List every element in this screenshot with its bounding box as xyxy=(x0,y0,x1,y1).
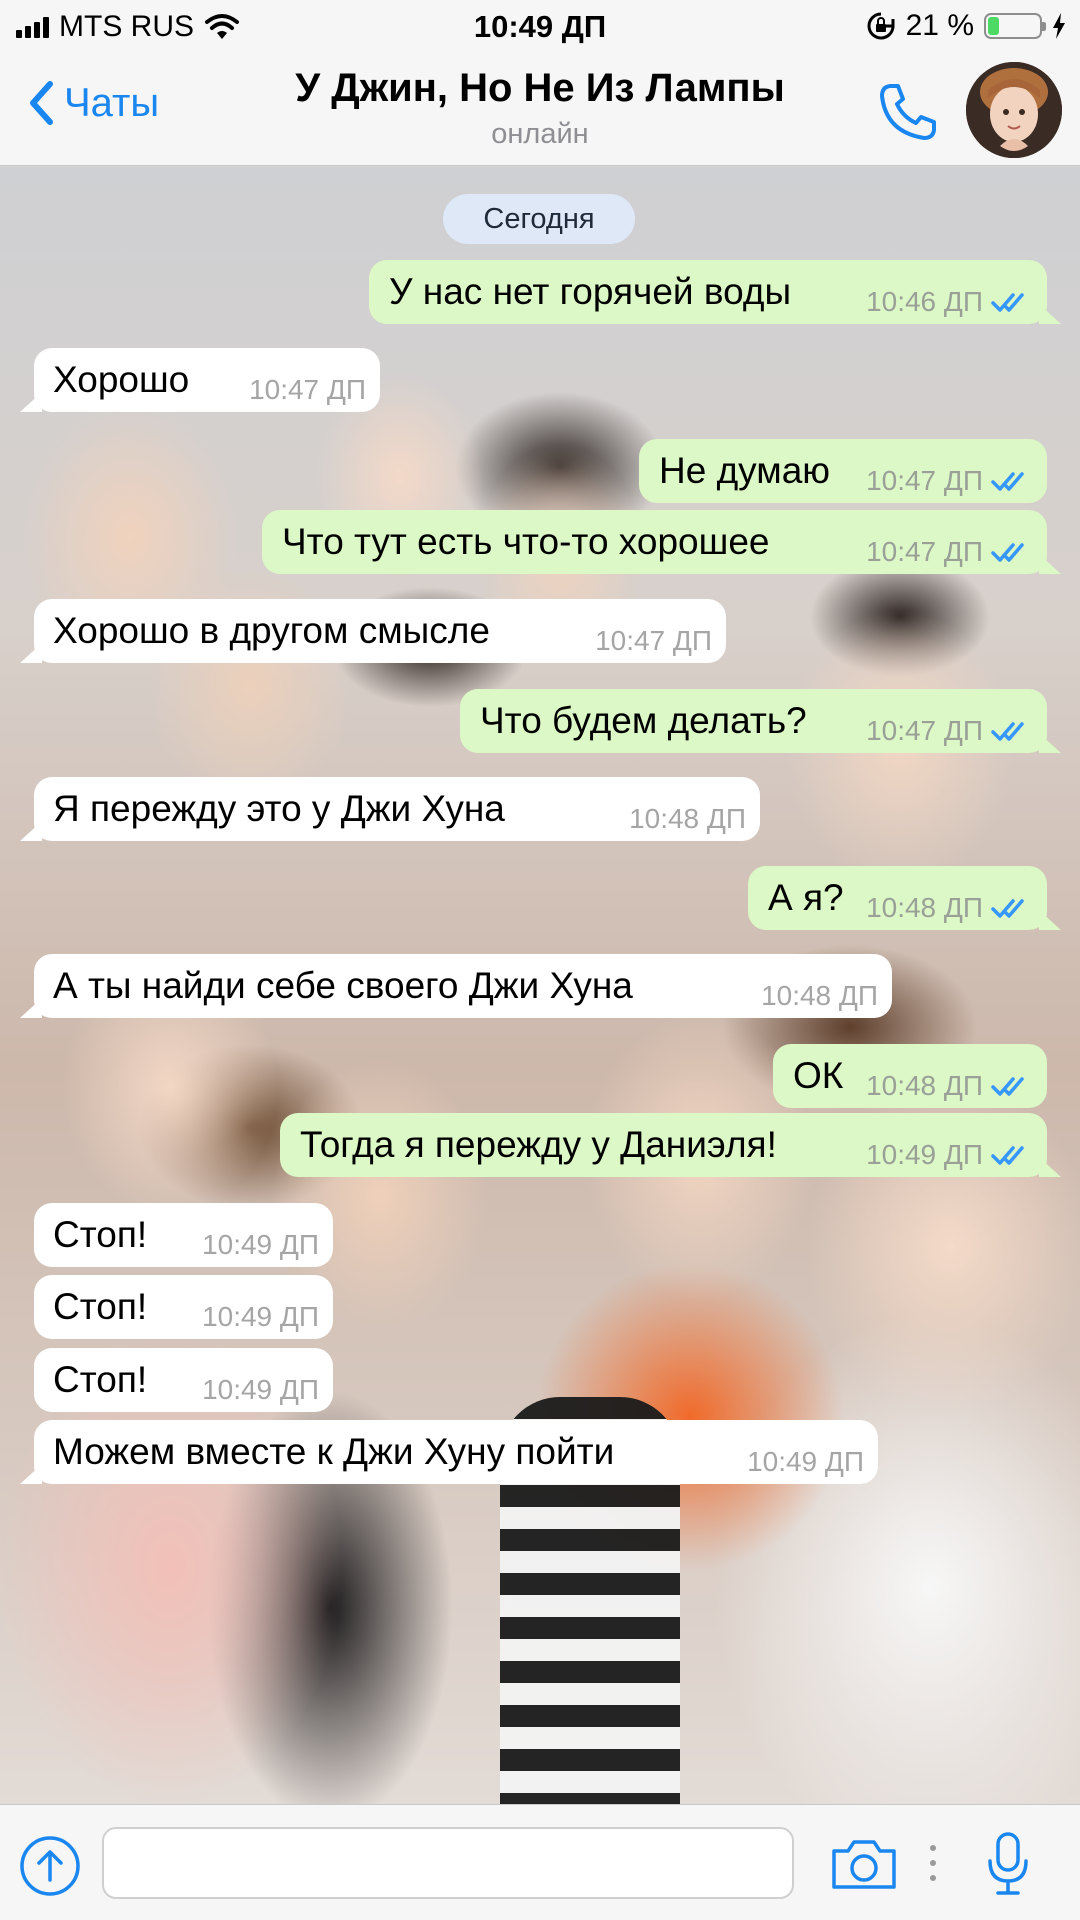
message-time: 10:49 ДП xyxy=(866,1139,983,1170)
microphone-icon[interactable] xyxy=(986,1831,1030,1897)
double-check-icon xyxy=(991,899,1024,918)
message-time: 10:49 ДП xyxy=(202,1229,319,1260)
message-meta: 10:48 ДП xyxy=(629,801,746,837)
battery-percent: 21 % xyxy=(905,9,974,42)
input-bar xyxy=(0,1804,1080,1920)
status-bar: MTS RUS 10:49 ДП 21 % xyxy=(0,0,1080,54)
message-incoming[interactable]: Хорошо 10:47 ДП xyxy=(20,348,380,412)
message-meta: 10:49 ДП xyxy=(747,1444,864,1480)
message-text: Стоп! xyxy=(53,1359,148,1400)
rotation-lock-icon xyxy=(867,12,895,40)
message-meta: 10:46 ДП xyxy=(866,284,1033,320)
message-incoming[interactable]: Можем вместе к Джи Хуну пойти 10:49 ДП xyxy=(20,1420,878,1484)
message-time: 10:48 ДП xyxy=(629,803,746,834)
message-text: Хорошо в другом смысле xyxy=(53,610,490,651)
message-outgoing[interactable]: Не думаю 10:47 ДП xyxy=(639,439,1047,503)
more-dots-icon[interactable] xyxy=(929,1843,937,1883)
message-meta: 10:47 ДП xyxy=(866,713,1033,749)
double-check-icon xyxy=(991,472,1024,491)
message-time: 10:47 ДП xyxy=(866,536,983,567)
message-text: У нас нет горячей воды xyxy=(389,271,792,312)
charging-icon xyxy=(1053,13,1065,39)
date-separator: Сегодня xyxy=(443,194,635,244)
message-outgoing[interactable]: ОК 10:48 ДП xyxy=(773,1044,1047,1108)
message-meta: 10:48 ДП xyxy=(866,1068,1033,1104)
message-meta: 10:49 ДП xyxy=(202,1227,319,1263)
message-time: 10:47 ДП xyxy=(249,374,366,405)
double-check-icon xyxy=(991,1146,1024,1165)
message-text: Можем вместе к Джи Хуну пойти xyxy=(53,1431,615,1472)
double-check-icon xyxy=(991,543,1024,562)
message-text: Тогда я пережду у Даниэля! xyxy=(300,1124,777,1165)
message-outgoing[interactable]: Что будем делать? 10:47 ДП xyxy=(460,689,1061,753)
message-text: Хорошо xyxy=(53,359,190,400)
message-text: Не думаю xyxy=(659,450,831,491)
message-meta: 10:49 ДП xyxy=(202,1299,319,1335)
message-meta: 10:49 ДП xyxy=(202,1372,319,1408)
upload-icon[interactable] xyxy=(18,1834,82,1898)
message-meta: 10:48 ДП xyxy=(866,890,1033,926)
message-time: 10:49 ДП xyxy=(747,1446,864,1477)
message-incoming[interactable]: Хорошо в другом смысле 10:47 ДП xyxy=(20,599,726,663)
message-meta: 10:47 ДП xyxy=(249,372,366,408)
message-time: 10:47 ДП xyxy=(866,715,983,746)
message-incoming[interactable]: Я пережду это у Джи Хуна 10:48 ДП xyxy=(20,777,760,841)
message-time: 10:48 ДП xyxy=(761,980,878,1011)
message-meta: 10:49 ДП xyxy=(866,1137,1033,1173)
message-outgoing[interactable]: А я? 10:48 ДП xyxy=(748,866,1061,930)
message-text: Стоп! xyxy=(53,1214,148,1255)
battery-icon xyxy=(984,13,1046,39)
message-time: 10:47 ДП xyxy=(866,465,983,496)
message-time: 10:47 ДП xyxy=(595,625,712,656)
battery-level-fill xyxy=(988,17,999,35)
message-text: Что тут есть что-то хорошее xyxy=(282,521,770,562)
message-text: ОК xyxy=(793,1055,844,1096)
double-check-icon xyxy=(991,722,1024,741)
message-meta: 10:47 ДП xyxy=(595,623,712,659)
message-time: 10:46 ДП xyxy=(866,286,983,317)
phone-icon[interactable] xyxy=(876,80,940,144)
message-outgoing[interactable]: Что тут есть что-то хорошее 10:47 ДП xyxy=(262,510,1061,574)
camera-icon[interactable] xyxy=(830,1837,898,1891)
message-text: А я? xyxy=(768,877,844,918)
message-outgoing[interactable]: У нас нет горячей воды 10:46 ДП xyxy=(369,260,1061,324)
message-incoming[interactable]: А ты найди себе своего Джи Хуна 10:48 ДП xyxy=(20,954,892,1018)
message-meta: 10:47 ДП xyxy=(866,534,1033,570)
message-incoming[interactable]: Стоп! 10:49 ДП xyxy=(34,1275,333,1339)
message-text: Что будем делать? xyxy=(480,700,807,741)
double-check-icon xyxy=(991,293,1024,312)
status-right: 21 % xyxy=(866,9,1066,43)
double-check-icon xyxy=(991,1077,1024,1096)
message-text: Стоп! xyxy=(53,1286,148,1327)
message-outgoing[interactable]: Тогда я пережду у Даниэля! 10:49 ДП xyxy=(280,1113,1061,1177)
message-meta: 10:47 ДП xyxy=(866,463,1033,499)
chat-header: Чаты У Джин, Но Не Из Лампы онлайн xyxy=(0,54,1080,166)
message-incoming[interactable]: Стоп! 10:49 ДП xyxy=(34,1203,333,1267)
message-time: 10:48 ДП xyxy=(866,1070,983,1101)
message-time: 10:48 ДП xyxy=(866,892,983,923)
message-input[interactable] xyxy=(102,1827,794,1899)
avatar-image xyxy=(966,62,1062,158)
message-meta: 10:48 ДП xyxy=(761,978,878,1014)
contact-avatar[interactable] xyxy=(966,62,1062,158)
message-time: 10:49 ДП xyxy=(202,1301,319,1332)
chat-area[interactable]: Сегодня У нас нет горячей воды 10:46 ДП … xyxy=(0,167,1080,1804)
message-time: 10:49 ДП xyxy=(202,1374,319,1405)
message-text: А ты найди себе своего Джи Хуна xyxy=(53,965,633,1006)
message-incoming[interactable]: Стоп! 10:49 ДП xyxy=(34,1348,333,1412)
message-text: Я пережду это у Джи Хуна xyxy=(53,788,505,829)
